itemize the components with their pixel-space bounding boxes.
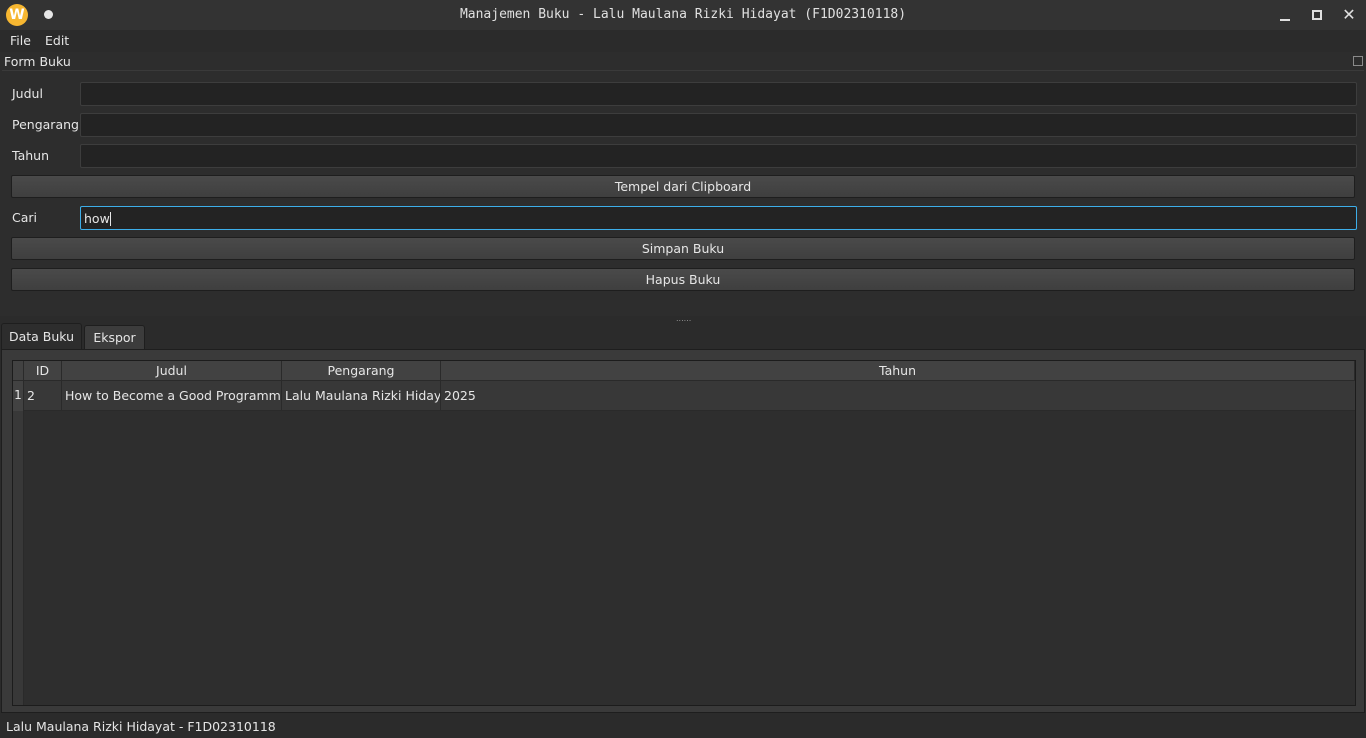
judul-label: Judul	[12, 86, 43, 101]
delete-book-button[interactable]: Hapus Buku	[11, 268, 1355, 291]
maximize-button[interactable]	[1306, 4, 1328, 26]
tahun-label: Tahun	[12, 148, 49, 163]
dock-title: Form Buku	[4, 54, 71, 69]
cell-tahun[interactable]: 2025	[441, 381, 1355, 411]
close-icon: ✕	[1342, 5, 1356, 24]
float-dock-icon[interactable]	[1353, 56, 1363, 66]
table-row[interactable]: 2 How to Become a Good Programmer? Lalu …	[24, 381, 1355, 411]
search-input-value: how	[84, 211, 110, 226]
row-header-area	[13, 411, 24, 705]
minimize-icon	[1280, 19, 1290, 21]
cell-pengarang[interactable]: Lalu Maulana Rizki Hidayat	[282, 381, 441, 411]
form-panel: Judul Pengarang Tahun Tempel dari Clipbo…	[2, 70, 1364, 314]
tahun-input[interactable]	[80, 144, 1357, 168]
form-dock: Form Buku Judul Pengarang Tahun Tempel d…	[0, 52, 1366, 316]
menu-bar: File Edit	[0, 30, 1366, 52]
text-caret	[109, 212, 111, 226]
column-header-judul[interactable]: Judul	[62, 361, 282, 381]
status-text: Lalu Maulana Rizki Hidayat - F1D02310118	[6, 719, 276, 734]
tab-pane-data-buku: ID Judul Pengarang Tahun 1 2 How to Beco…	[1, 349, 1365, 713]
column-header-id[interactable]: ID	[24, 361, 62, 381]
status-bar: Lalu Maulana Rizki Hidayat - F1D02310118	[0, 716, 1366, 738]
search-input[interactable]: how	[80, 206, 1357, 230]
minimize-button[interactable]	[1274, 4, 1296, 26]
judul-input[interactable]	[80, 82, 1357, 106]
title-bar: W Manajemen Buku - Lalu Maulana Rizki Hi…	[0, 0, 1366, 30]
maximize-icon	[1312, 10, 1322, 20]
close-button[interactable]: ✕	[1338, 4, 1360, 26]
cell-id[interactable]: 2	[24, 381, 62, 411]
pengarang-label: Pengarang	[12, 117, 79, 132]
window-title: Manajemen Buku - Lalu Maulana Rizki Hida…	[459, 7, 907, 22]
column-header-tahun[interactable]: Tahun	[441, 361, 1355, 381]
tab-ekspor[interactable]: Ekspor	[84, 325, 145, 350]
column-header-pengarang[interactable]: Pengarang	[282, 361, 441, 381]
row-header[interactable]: 1	[13, 381, 24, 411]
menu-file[interactable]: File	[10, 33, 31, 48]
cari-label: Cari	[12, 210, 37, 225]
table-corner-button[interactable]	[13, 361, 24, 381]
save-book-button[interactable]: Simpan Buku	[11, 237, 1355, 260]
books-table[interactable]: ID Judul Pengarang Tahun 1 2 How to Beco…	[12, 360, 1356, 706]
tab-bar: Data Buku Ekspor	[0, 322, 1366, 351]
tab-data-buku[interactable]: Data Buku	[1, 323, 82, 351]
pengarang-input[interactable]	[80, 113, 1357, 137]
paste-clipboard-button[interactable]: Tempel dari Clipboard	[11, 175, 1355, 198]
cell-judul[interactable]: How to Become a Good Programmer?	[62, 381, 282, 411]
menu-edit[interactable]: Edit	[45, 33, 69, 48]
